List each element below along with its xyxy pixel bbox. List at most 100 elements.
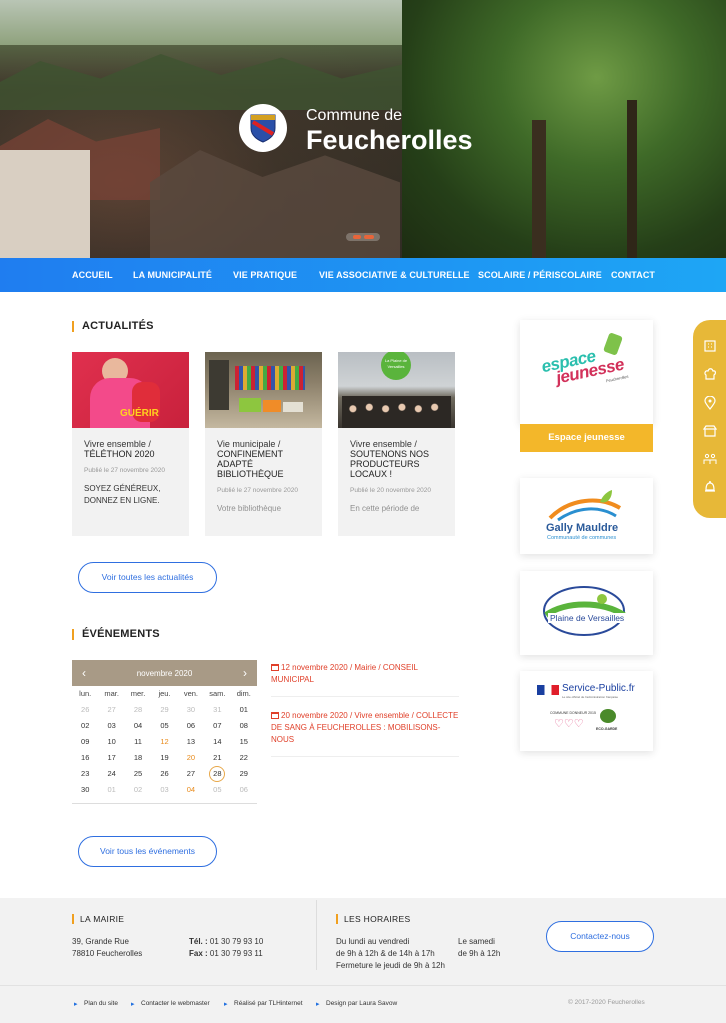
news-card[interactable]: GUÉRIR Vivre ensemble / TÉLÉTHON 2020 Pu… [72,352,189,536]
slider-dot-active[interactable] [363,235,374,239]
footer-link-design[interactable]: Design par Laura Savow [316,1000,397,1008]
coat-of-arms-logo[interactable] [239,104,287,152]
calendar-weekday: mer. [130,689,146,698]
calendar-day[interactable]: 15 [231,734,257,750]
news-card-title[interactable]: SOUTENONS NOS PRODUCTEURS LOCAUX ! [350,449,443,479]
calendar-day[interactable]: 05 [204,782,230,798]
calendar-day[interactable]: 23 [72,766,98,782]
news-heading: ACTUALITÉS [72,320,154,332]
calendar-day[interactable]: 04 [125,718,151,734]
nav-item-scolaire[interactable]: SCOLAIRE / PÉRISCOLAIRE [478,258,602,292]
calendar-prev-button[interactable]: ‹ [82,666,86,680]
calendar-day[interactable]: 02 [125,782,151,798]
news-card-category[interactable]: Vivre ensemble / [84,439,177,449]
nav-item-vie-pratique[interactable]: VIE PRATIQUE [233,258,297,292]
calendar-day[interactable]: 03 [151,782,177,798]
calendar-weekday: jeu. [158,689,171,698]
calendar-day[interactable]: 11 [125,734,151,750]
contact-button[interactable]: Contactez-nous [546,921,654,952]
calendar-day[interactable]: 12 [151,734,177,750]
calendar-day[interactable]: 10 [98,734,124,750]
calendar-day[interactable]: 27 [98,702,124,718]
gally-mauldre-logo[interactable]: Gally Mauldre Communauté de communes [520,478,653,554]
all-events-button[interactable]: Voir tous les événements [78,836,217,867]
calendar-day[interactable]: 24 [98,766,124,782]
calendar-day[interactable]: 01 [98,782,124,798]
event-category[interactable]: / Mairie / [348,663,383,672]
news-card-category[interactable]: Vie municipale / [217,439,310,449]
calendar-day[interactable]: 06 [178,718,204,734]
calendar-day[interactable]: 05 [151,718,177,734]
calendar-day[interactable]: 18 [125,750,151,766]
calendar-grid: lun. mar. mer. jeu. ven. sam. dim. 26 27 28 29 30 31… [72,686,257,798]
news-card-image[interactable]: La Plaine de Versailles [338,352,455,428]
calendar-day[interactable]: 26 [72,702,98,718]
map-pin-icon[interactable] [703,396,717,410]
site-title[interactable]: Commune de Feucherolles [306,107,473,155]
nav-item-contact[interactable]: CONTACT [611,258,655,292]
slider-dots[interactable] [346,233,380,241]
news-card-image[interactable]: GUÉRIR [72,352,189,428]
calendar-day-today[interactable]: 28 [209,766,226,782]
chef-hat-icon[interactable] [703,367,717,381]
calendar-day[interactable]: 22 [231,750,257,766]
calendar-day[interactable]: 28 [125,702,151,718]
tel-number[interactable]: 01 30 79 93 10 [208,937,263,946]
calendar-day[interactable]: 06 [231,782,257,798]
calendar-day[interactable]: 03 [98,718,124,734]
espace-jeunesse-logo[interactable]: espace jeunesse Feucherolles [520,320,653,424]
calendar-day[interactable]: 28 [204,766,230,782]
event-category[interactable]: / Vivre ensemble / [348,711,416,720]
calendar-day[interactable]: 19 [151,750,177,766]
calendar-day[interactable]: 07 [204,718,230,734]
building-icon[interactable] [703,338,717,352]
event-date: 12 novembre 2020 [281,663,348,672]
calendar-day[interactable]: 13 [178,734,204,750]
bell-icon[interactable] [703,480,717,494]
calendar-day[interactable]: 16 [72,750,98,766]
calendar-day[interactable]: 09 [72,734,98,750]
plaine-versailles-logo[interactable]: Plaine de Versailles [520,571,653,655]
calendar-day[interactable]: 01 [231,702,257,718]
news-card-category[interactable]: Vivre ensemble / [350,439,443,449]
calendar-day[interactable]: 20 [178,750,204,766]
store-icon[interactable] [703,424,717,438]
calendar-day[interactable]: 25 [125,766,151,782]
service-public-logo[interactable]: Service-Public.fr Le site officiel de l'… [520,671,653,751]
calendar-day[interactable]: 02 [72,718,98,734]
espace-jeunesse-button[interactable]: Espace jeunesse [520,424,653,452]
calendar-day[interactable]: 27 [178,766,204,782]
footer-link-sitemap[interactable]: Plan du site [74,1000,118,1008]
calendar-day[interactable]: 31 [204,702,230,718]
footer-link-webmaster[interactable]: Contacter le webmaster [131,1000,210,1008]
calendar-day[interactable]: 04 [178,782,204,798]
calendar-day[interactable]: 08 [231,718,257,734]
nav-item-vie-associative[interactable]: VIE ASSOCIATIVE & CULTURELLE [319,258,470,292]
event-item[interactable]: 20 novembre 2020 / Vivre ensemble / COLL… [271,710,459,757]
calendar-day[interactable]: 26 [151,766,177,782]
event-item[interactable]: 12 novembre 2020 / Mairie / CONSEIL MUNI… [271,662,459,697]
calendar-weekday: mar. [104,689,119,698]
calendar-day[interactable]: 17 [98,750,124,766]
news-card[interactable]: Vie municipale / CONFINEMENT ADAPTÉ BIBL… [205,352,322,536]
calendar-day[interactable]: 29 [151,702,177,718]
calendar-day[interactable]: 30 [178,702,204,718]
calendar-day[interactable]: 14 [204,734,230,750]
calendar-next-button[interactable]: › [243,666,247,680]
news-card[interactable]: La Plaine de Versailles Vivre ensemble /… [338,352,455,536]
news-card-image[interactable] [205,352,322,428]
footer-link-tlhinternet[interactable]: Réalisé par TLHinternet [224,1000,303,1008]
slider-dot[interactable] [352,235,361,239]
news-card-title[interactable]: CONFINEMENT ADAPTÉ BIBLIOTHÈQUE [217,449,310,479]
nav-item-accueil[interactable]: ACCUEIL [72,258,113,292]
people-icon[interactable] [703,452,717,466]
tel-label: Tél. : [189,937,208,946]
all-news-button[interactable]: Voir toutes les actualités [78,562,217,593]
nav-item-municipalite[interactable]: LA MUNICIPALITÉ [133,258,212,292]
telethon-image-text: GUÉRIR [120,408,159,419]
news-card-title[interactable]: TÉLÉTHON 2020 [84,449,177,459]
calendar-day[interactable]: 21 [204,750,230,766]
gally-mauldre-sub: Communauté de communes [547,535,617,541]
calendar-day[interactable]: 30 [72,782,98,798]
calendar-day[interactable]: 29 [231,766,257,782]
